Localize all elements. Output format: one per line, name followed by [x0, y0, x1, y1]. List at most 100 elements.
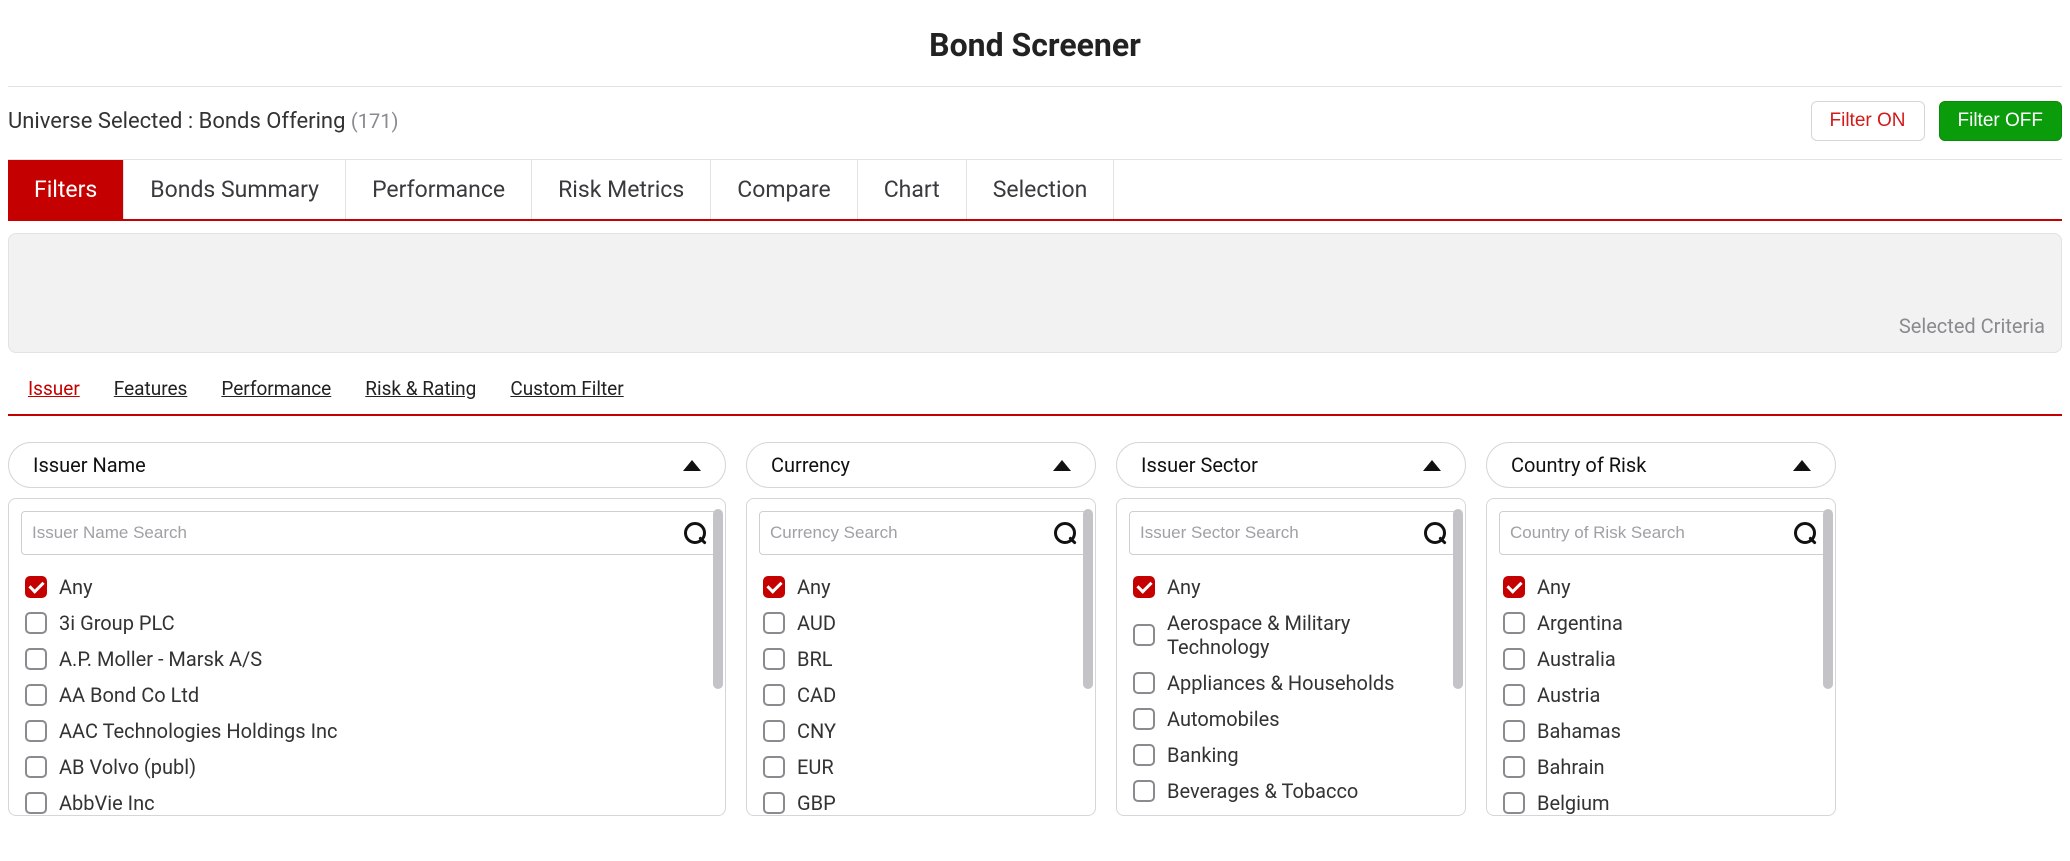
checkbox[interactable] — [1133, 708, 1155, 730]
search-icon[interactable] — [1054, 522, 1076, 544]
subtab-issuer[interactable]: Issuer — [28, 367, 80, 414]
panel-head-currency[interactable]: Currency — [746, 442, 1096, 488]
country-of-risk-search-input[interactable] — [1510, 523, 1794, 543]
checkbox[interactable] — [1503, 612, 1525, 634]
search-icon[interactable] — [1794, 522, 1816, 544]
checkbox[interactable] — [763, 648, 785, 670]
checkbox[interactable] — [25, 648, 47, 670]
issuer-sector-search-input[interactable] — [1140, 523, 1424, 543]
checkbox[interactable] — [763, 576, 785, 598]
scrollbar[interactable] — [1453, 509, 1463, 689]
checkbox[interactable] — [25, 792, 47, 814]
filter-off-button[interactable]: Filter OFF — [1939, 101, 2063, 141]
checkbox[interactable] — [25, 612, 47, 634]
list-item[interactable]: AUD — [759, 605, 1087, 641]
list-item[interactable]: AA Bond Co Ltd — [21, 677, 717, 713]
panel-head-issuer-name[interactable]: Issuer Name — [8, 442, 726, 488]
search-icon[interactable] — [1424, 522, 1446, 544]
checkbox[interactable] — [1503, 576, 1525, 598]
checkbox[interactable] — [25, 720, 47, 742]
scrollbar[interactable] — [1083, 509, 1093, 689]
checkbox[interactable] — [1503, 720, 1525, 742]
list-item[interactable]: Belgium — [1499, 785, 1827, 816]
list-item[interactable]: CAD — [759, 677, 1087, 713]
list-item[interactable]: Banking — [1129, 737, 1457, 773]
subtab-custom-filter[interactable]: Custom Filter — [510, 367, 623, 414]
tab-chart[interactable]: Chart — [858, 160, 967, 219]
tab-performance[interactable]: Performance — [346, 160, 532, 219]
list-item[interactable]: Bahamas — [1499, 713, 1827, 749]
caret-up-icon — [683, 460, 701, 471]
checkbox[interactable] — [763, 756, 785, 778]
checkbox[interactable] — [1503, 792, 1525, 814]
option-label: Any — [1537, 575, 1571, 599]
checkbox[interactable] — [763, 612, 785, 634]
list-item[interactable]: Austria — [1499, 677, 1827, 713]
list-item[interactable]: 3i Group PLC — [21, 605, 717, 641]
tab-selection[interactable]: Selection — [967, 160, 1115, 219]
list-item[interactable]: Any — [21, 569, 717, 605]
list-item[interactable]: Broadcasting & Publishing — [1129, 809, 1457, 816]
list-item[interactable]: Any — [1499, 569, 1827, 605]
option-label: Any — [59, 575, 93, 599]
checkbox[interactable] — [1503, 648, 1525, 670]
panel-title-issuer-name: Issuer Name — [33, 453, 146, 477]
checkbox[interactable] — [763, 684, 785, 706]
subtab-features[interactable]: Features — [114, 367, 188, 414]
list-item[interactable]: A.P. Moller - Marsk A/S — [21, 641, 717, 677]
list-item[interactable]: EUR — [759, 749, 1087, 785]
list-item[interactable]: AB Volvo (publ) — [21, 749, 717, 785]
checkbox[interactable] — [25, 684, 47, 706]
search-row-issuer-name — [21, 511, 717, 555]
option-label: Bahrain — [1537, 755, 1605, 779]
list-item[interactable]: Any — [759, 569, 1087, 605]
checkbox[interactable] — [763, 720, 785, 742]
list-item[interactable]: Australia — [1499, 641, 1827, 677]
scrollbar[interactable] — [1823, 509, 1833, 689]
tab-compare[interactable]: Compare — [711, 160, 857, 219]
panel-head-country-of-risk[interactable]: Country of Risk — [1486, 442, 1836, 488]
panel-title-issuer-sector: Issuer Sector — [1141, 453, 1258, 477]
list-item[interactable]: CNY — [759, 713, 1087, 749]
search-icon[interactable] — [684, 522, 706, 544]
checkbox[interactable] — [763, 792, 785, 814]
list-item[interactable]: BRL — [759, 641, 1087, 677]
checkbox[interactable] — [25, 756, 47, 778]
list-item[interactable]: Aerospace & Military Technology — [1129, 605, 1457, 665]
currency-search-input[interactable] — [770, 523, 1054, 543]
tab-risk-metrics[interactable]: Risk Metrics — [532, 160, 711, 219]
option-label: Automobiles — [1167, 707, 1280, 731]
selected-criteria-box: Selected Criteria — [8, 233, 2062, 353]
page-title: Bond Screener — [8, 0, 2062, 86]
checkbox[interactable] — [1133, 744, 1155, 766]
checkbox[interactable] — [1133, 780, 1155, 802]
option-label: Argentina — [1537, 611, 1623, 635]
checkbox[interactable] — [1503, 756, 1525, 778]
panel-body-country-of-risk: Any Argentina Australia Austria Bahamas … — [1486, 498, 1836, 816]
tab-bonds-summary[interactable]: Bonds Summary — [124, 160, 346, 219]
list-item[interactable]: AAC Technologies Holdings Inc — [21, 713, 717, 749]
list-item[interactable]: Appliances & Households — [1129, 665, 1457, 701]
list-item[interactable]: Bahrain — [1499, 749, 1827, 785]
filter-on-button[interactable]: Filter ON — [1811, 101, 1925, 141]
list-item[interactable]: Beverages & Tobacco — [1129, 773, 1457, 809]
tab-filters[interactable]: Filters — [8, 160, 124, 219]
issuer-name-search-input[interactable] — [32, 523, 684, 543]
list-item[interactable]: Argentina — [1499, 605, 1827, 641]
scrollbar[interactable] — [713, 509, 723, 689]
checkbox[interactable] — [25, 576, 47, 598]
checkbox[interactable] — [1133, 624, 1155, 646]
checkbox[interactable] — [1503, 684, 1525, 706]
option-label: Any — [1167, 575, 1201, 599]
subtab-risk-rating[interactable]: Risk & Rating — [365, 367, 476, 414]
list-item[interactable]: AbbVie Inc — [21, 785, 717, 816]
checkbox[interactable] — [1133, 672, 1155, 694]
list-item[interactable]: GBP — [759, 785, 1087, 816]
subtab-performance[interactable]: Performance — [221, 367, 331, 414]
list-item[interactable]: Any — [1129, 569, 1457, 605]
option-label: Any — [797, 575, 831, 599]
panel-head-issuer-sector[interactable]: Issuer Sector — [1116, 442, 1466, 488]
caret-up-icon — [1053, 460, 1071, 471]
list-item[interactable]: Automobiles — [1129, 701, 1457, 737]
checkbox[interactable] — [1133, 576, 1155, 598]
